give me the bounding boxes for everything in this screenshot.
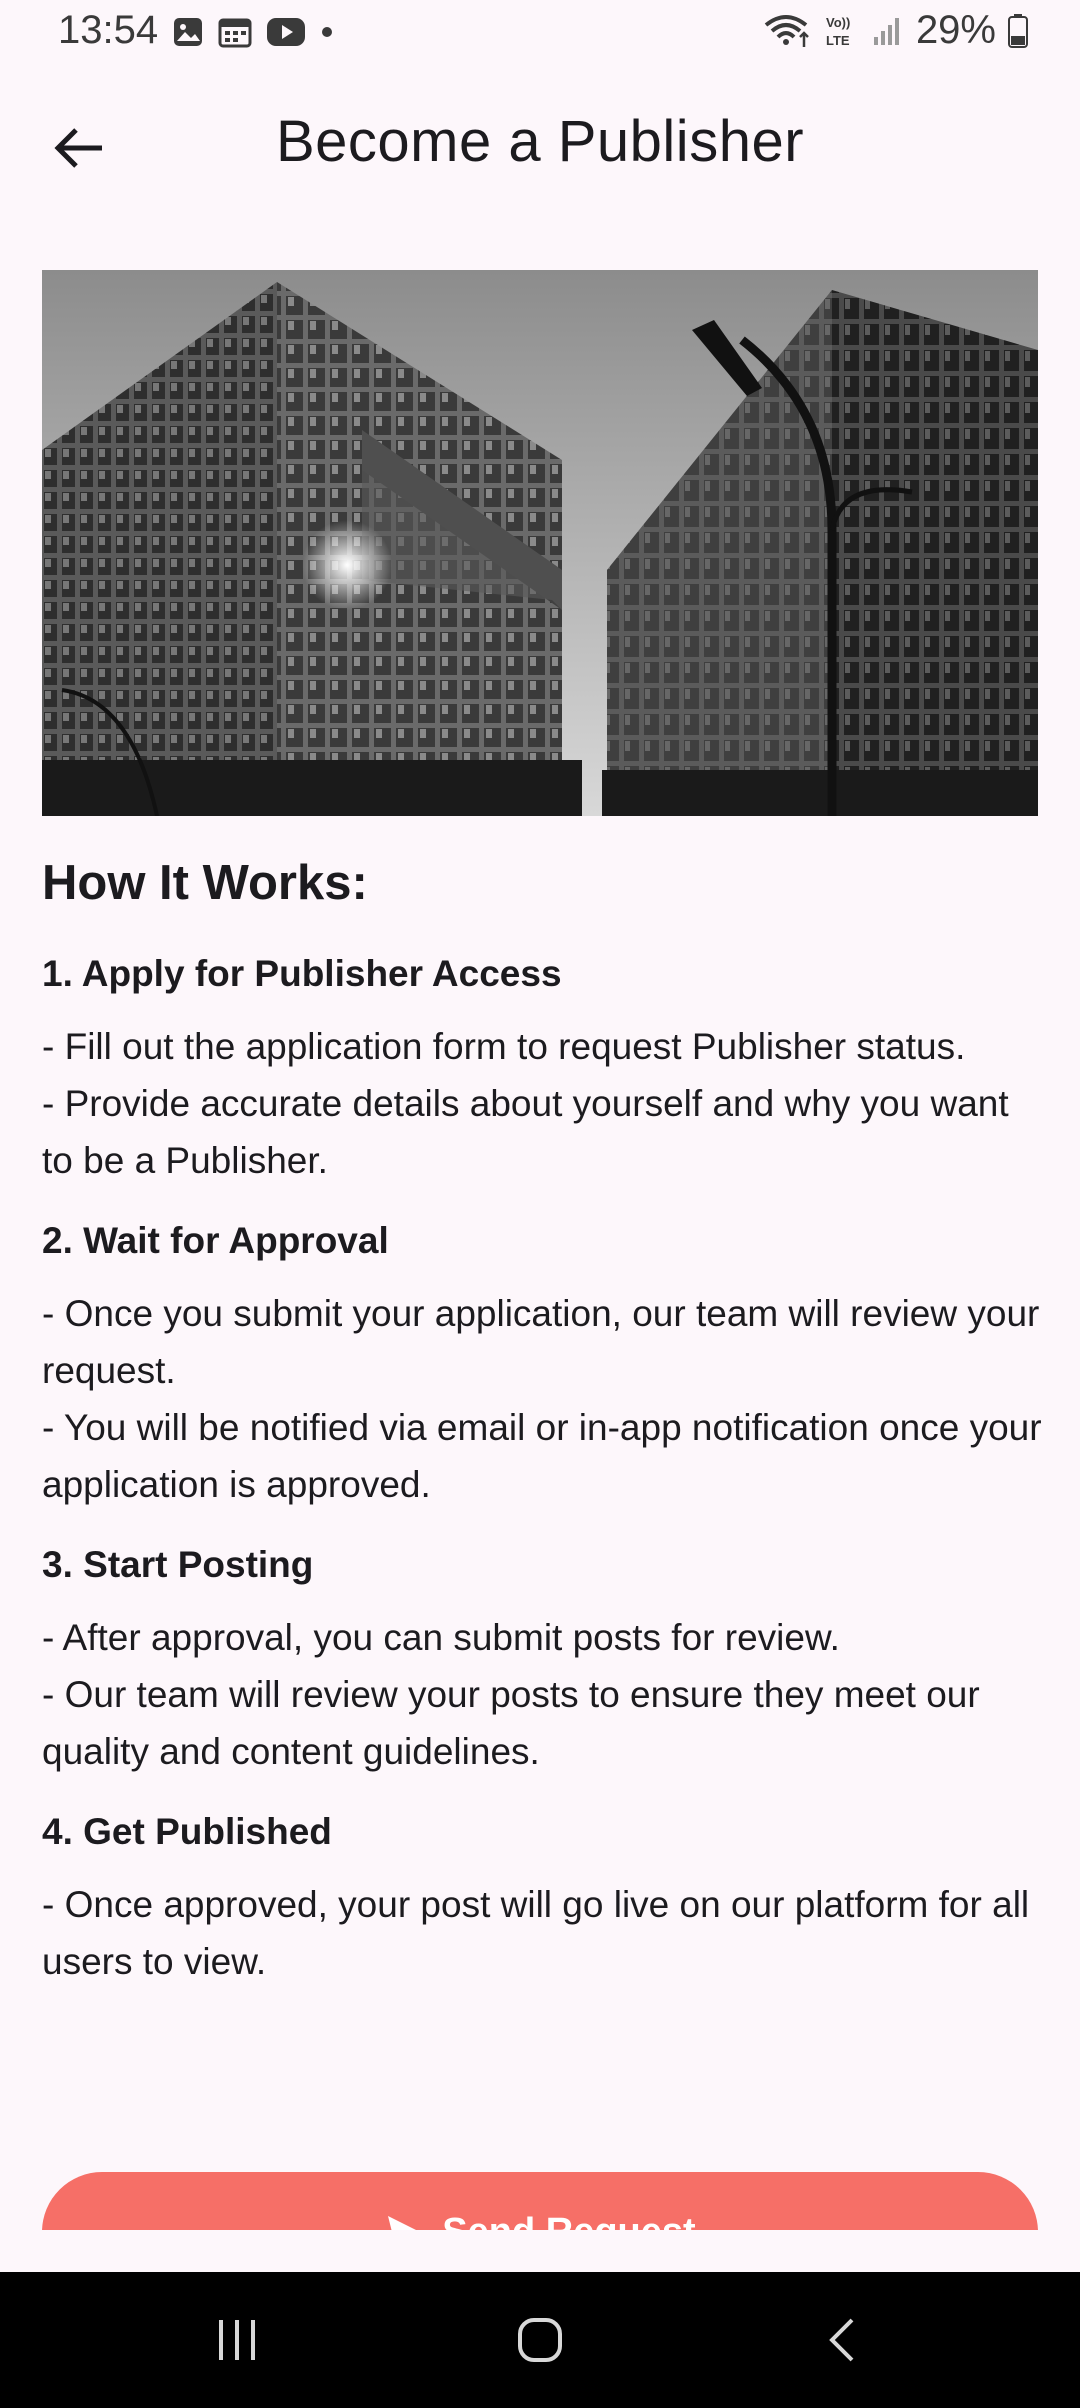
step-line: - After approval, you can submit posts f… <box>42 1617 840 1658</box>
recent-apps-icon <box>219 2320 255 2360</box>
step-line: - Provide accurate details about yoursel… <box>42 1083 1009 1181</box>
step-title: 4. Get Published <box>42 1811 332 1852</box>
send-request-button[interactable]: Send Request <box>42 2172 1038 2230</box>
step-body: - Once you submit your application, our … <box>42 1285 1042 1513</box>
send-icon <box>388 2216 417 2230</box>
nav-back-button[interactable] <box>742 2272 942 2408</box>
step-line: - Once approved, your post will go live … <box>42 1884 1030 1982</box>
step-body: - Once approved, your post will go live … <box>42 1876 1042 1990</box>
send-request-label: Send Request <box>442 2211 695 2231</box>
step-line: - You will be notified via email or in-a… <box>42 1407 1042 1505</box>
step-title: 1. Apply for Publisher Access <box>42 953 562 994</box>
home-icon <box>518 2318 562 2362</box>
step-line: - Fill out the application form to reque… <box>42 1026 966 1067</box>
hero-building-image <box>42 270 1038 816</box>
step-body: - Fill out the application form to reque… <box>42 1018 1042 1189</box>
step-line: - Our team will review your posts to ens… <box>42 1674 980 1772</box>
content-viewport[interactable]: How It Works: 1. Apply for Publisher Acc… <box>0 0 1080 2230</box>
step-title: 2. Wait for Approval <box>42 1220 389 1261</box>
step-title: 3. Start Posting <box>42 1544 314 1585</box>
section-heading: How It Works: <box>42 856 368 910</box>
step-line: - Once you submit your application, our … <box>42 1293 1040 1391</box>
step-body: - After approval, you can submit posts f… <box>42 1609 1042 1780</box>
how-it-works-section: How It Works: 1. Apply for Publisher Acc… <box>42 850 1042 2014</box>
back-icon <box>829 2318 854 2362</box>
home-button[interactable] <box>440 2272 640 2408</box>
recent-apps-button[interactable] <box>137 2272 337 2408</box>
system-nav-bar <box>0 2272 1080 2408</box>
